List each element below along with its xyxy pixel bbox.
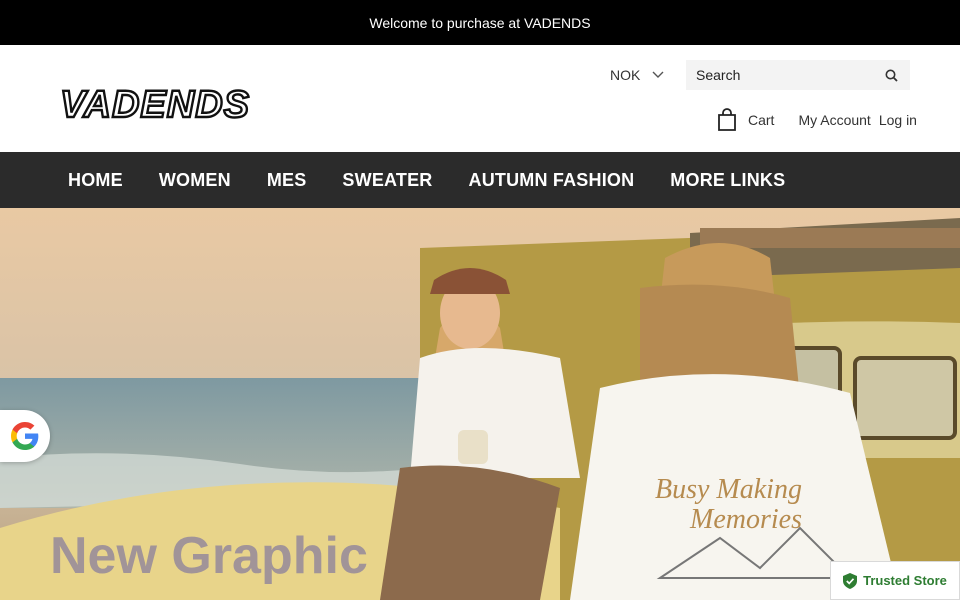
hero-title: New Graphic — [50, 527, 368, 585]
currency-selector[interactable]: NOK — [610, 67, 664, 83]
nav-item-mes[interactable]: MES — [267, 170, 307, 191]
search-input[interactable] — [686, 60, 872, 90]
shopping-bag-icon — [718, 108, 736, 131]
shield-check-icon — [843, 572, 858, 589]
cart-link[interactable]: Cart — [716, 108, 774, 132]
account-links: Cart My Account Log in — [716, 108, 917, 132]
login-link[interactable]: Log in — [879, 112, 917, 128]
my-account-link[interactable]: My Account — [798, 112, 870, 128]
svg-text:Memories: Memories — [689, 504, 802, 535]
search-bar — [686, 60, 910, 90]
site-header: VADENDS NOK Cart My Account Log in — [0, 45, 960, 152]
nav-item-more-links[interactable]: MORE LINKS — [670, 170, 785, 191]
nav-item-women[interactable]: WOMEN — [159, 170, 231, 191]
brand-logo-graphic: VADENDS — [59, 83, 250, 127]
nav-item-sweater[interactable]: SWEATER — [342, 170, 432, 191]
cart-label: Cart — [748, 112, 775, 128]
google-reviews-badge[interactable] — [0, 410, 50, 462]
nav-item-autumn-fashion[interactable]: AUTUMN FASHION — [469, 170, 635, 191]
nav-item-home[interactable]: HOME — [68, 170, 123, 191]
trusted-store-badge[interactable]: Trusted Store — [830, 561, 960, 600]
currency-value: NOK — [610, 67, 641, 83]
announcement-bar: Welcome to purchase at VADENDS — [0, 0, 960, 45]
trusted-store-label: Trusted Store — [863, 573, 947, 588]
brand-logo[interactable]: VADENDS — [58, 79, 254, 127]
announcement-text: Welcome to purchase at VADENDS — [369, 14, 591, 31]
search-icon — [885, 69, 898, 82]
chevron-down-icon — [652, 71, 664, 78]
google-g-icon — [11, 422, 39, 450]
main-navigation: HOME WOMEN MES SWEATER AUTUMN FASHION MO… — [0, 152, 960, 208]
hero-banner[interactable]: Busy Making Memories New Graphic — [0, 208, 960, 600]
search-button[interactable] — [872, 60, 910, 90]
shirt-print-text: Busy Making — [655, 474, 802, 505]
brand-logo-text: VADENDS — [60, 84, 250, 126]
